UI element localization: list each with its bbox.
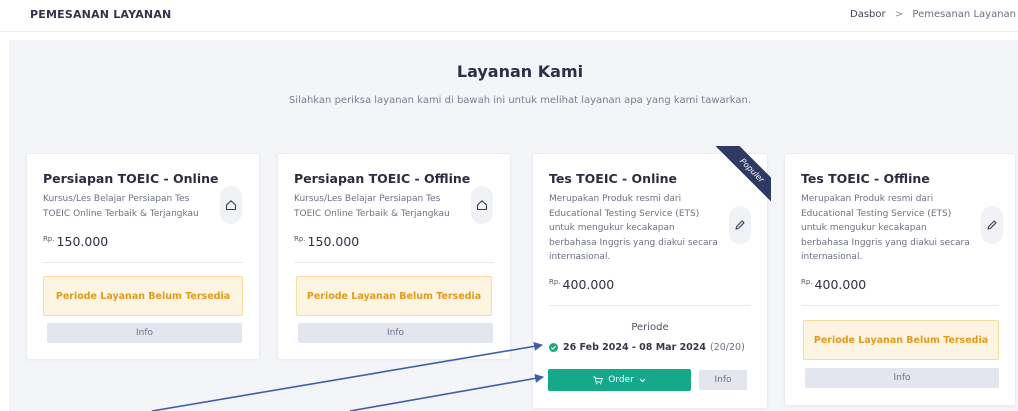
price-value: 150.000 (307, 234, 360, 249)
period-label: Periode (631, 322, 669, 333)
period-range: 26 Feb 2024 - 08 Mar 2024 (20/20) (549, 342, 745, 353)
card-price: Rp. 400.000 (549, 277, 614, 292)
period-unavailable-notice: Periode Layanan Belum Tersedia (43, 276, 243, 316)
price-value: 150.000 (56, 234, 109, 249)
period-unavailable-notice: Periode Layanan Belum Tersedia (296, 276, 492, 316)
card-price: Rp. 150.000 (43, 234, 108, 249)
card-price: Rp. 400.000 (801, 277, 866, 292)
info-button[interactable]: Info (699, 370, 747, 390)
price-value: 400.000 (814, 277, 867, 292)
currency-label: Rp. (549, 277, 561, 286)
section-heading: Layanan Kami (456, 62, 584, 81)
pencil-icon[interactable] (729, 206, 751, 244)
breadcrumb-separator: > (894, 9, 904, 20)
price-value: 400.000 (562, 277, 615, 292)
home-icon[interactable] (471, 186, 493, 224)
cart-icon (593, 376, 604, 384)
order-button-label: Order (608, 375, 634, 385)
period-dates: 26 Feb 2024 - 08 Mar 2024 (563, 342, 707, 353)
breadcrumb-current: Pemesanan Layanan (912, 9, 1016, 20)
breadcrumb: Dasbor > Pemesanan Layanan (850, 9, 1016, 20)
card-description: Merupakan Produk resmi dari Educational … (801, 194, 970, 262)
period-quota: (20/20) (710, 342, 745, 353)
home-icon[interactable] (220, 186, 242, 224)
pencil-icon[interactable] (981, 206, 1003, 244)
card-title: Tes TOEIC - Offline (801, 171, 930, 186)
service-card-toeic-test-offline: Tes TOEIC - Offline Merupakan Produk res… (784, 153, 1016, 406)
popular-ribbon: Populer (714, 146, 771, 208)
check-circle-icon (549, 343, 558, 352)
card-divider (43, 262, 243, 263)
info-button[interactable]: Info (298, 323, 493, 343)
period-unavailable-notice: Periode Layanan Belum Tersedia (803, 320, 999, 360)
card-divider (294, 262, 494, 263)
card-description: Kursus/Les Belajar Persiapan Tes TOEIC O… (294, 194, 450, 219)
service-card-toeic-prep-offline: Persiapan TOEIC - Offline Kursus/Les Bel… (277, 153, 511, 360)
card-price: Rp. 150.000 (294, 234, 359, 249)
currency-label: Rp. (294, 234, 306, 243)
breadcrumb-home-link[interactable]: Dasbor (850, 9, 886, 20)
currency-label: Rp. (43, 234, 55, 243)
currency-label: Rp. (801, 277, 813, 286)
info-button[interactable]: Info (47, 323, 242, 343)
card-title: Persiapan TOEIC - Offline (294, 171, 471, 186)
card-divider (801, 305, 999, 306)
card-description: Merupakan Produk resmi dari Educational … (549, 194, 718, 262)
card-divider (549, 305, 751, 306)
chevron-down-icon (639, 378, 646, 382)
info-button[interactable]: Info (805, 368, 999, 388)
top-bar: PEMESANAN LAYANAN Dasbor > Pemesanan Lay… (0, 0, 1018, 32)
card-title: Persiapan TOEIC - Online (43, 171, 219, 186)
service-card-toeic-prep-online: Persiapan TOEIC - Online Kursus/Les Bela… (26, 153, 260, 360)
card-description: Kursus/Les Belajar Persiapan Tes TOEIC O… (43, 194, 199, 219)
ribbon-container: Populer (709, 146, 771, 208)
order-button[interactable]: Order (548, 369, 691, 391)
page-title: PEMESANAN LAYANAN (30, 8, 172, 21)
section-subtitle: Silahkan periksa layanan kami di bawah i… (288, 95, 752, 106)
card-title: Tes TOEIC - Online (549, 171, 678, 186)
